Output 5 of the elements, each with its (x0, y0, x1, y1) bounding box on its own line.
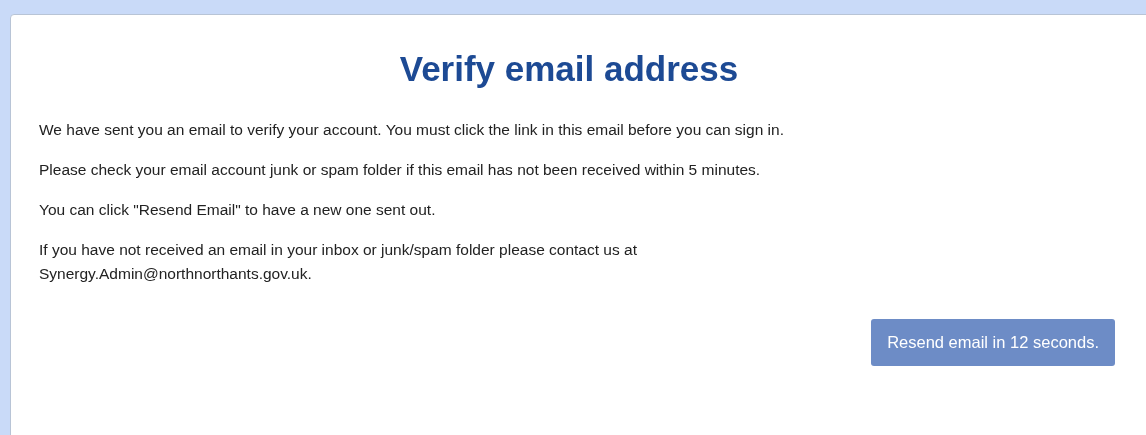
page-title: Verify email address (399, 48, 739, 90)
paragraph: If you have not received an email in your inbox or junk/spam folder please contact us at Synergy.Admin@northnorthants.gov.uk. (39, 240, 638, 284)
paragraph: You can click "Resend Email" to have a new one sent out. (39, 200, 437, 220)
paragraph: Please check your email account junk or spam folder if this email has not been received within 5 minutes. (39, 160, 762, 180)
paragraph: We have sent you an email to verify your account. You must click the link in this email before you can sign in. (39, 120, 785, 140)
